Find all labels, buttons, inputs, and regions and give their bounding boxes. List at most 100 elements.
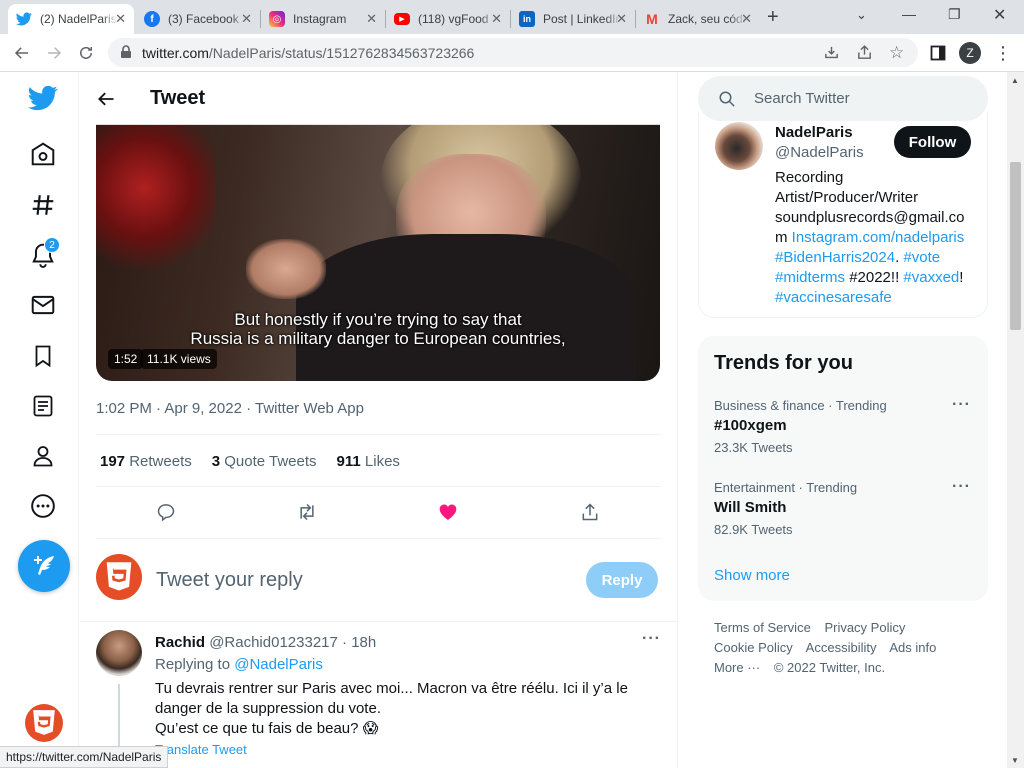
reply-composer: Tweet your reply Reply [80,540,677,622]
likes-stat[interactable]: 911 Likes [337,453,400,470]
like-heart-icon[interactable] [436,500,460,524]
lists-icon[interactable] [27,390,59,422]
retweet-icon[interactable] [295,500,319,524]
bio-hashtag[interactable]: #vote [903,249,940,266]
close-tab-icon[interactable]: ✕ [616,11,627,27]
close-tab-icon[interactable]: ✕ [241,11,252,27]
messages-envelope-icon[interactable] [27,289,59,321]
reply-time[interactable]: · 18h [342,634,376,651]
tweet-stats: 197 Retweets 3 Quote Tweets 911 Likes [100,453,400,470]
reply-author-avatar[interactable] [96,630,142,676]
browser-tab-facebook[interactable]: f (3) Facebook ✕ [136,4,260,34]
trend-item[interactable]: Business & finance · Trending #100xgem 2… [698,390,988,466]
footer-link[interactable]: Terms of Service [714,620,811,635]
browser-tab-linkedin[interactable]: in Post | LinkedIn ✕ [511,4,635,34]
browser-menu-icon[interactable]: ⋮ [992,42,1014,64]
video-person-jacket [296,234,636,381]
profile-person-icon[interactable] [27,440,59,472]
bio-instagram-link[interactable]: Instagram.com/nadelparis [792,229,965,246]
new-tab-icon[interactable]: + [767,6,779,29]
footer-link[interactable]: Accessibility [806,640,877,655]
profile-avatar[interactable] [715,122,763,170]
footer-more-link[interactable]: More ··· [714,660,760,675]
reply-input[interactable]: Tweet your reply [156,569,303,592]
bio-hashtag[interactable]: #midterms [775,269,845,286]
close-tab-icon[interactable]: ✕ [741,11,752,27]
close-tab-icon[interactable]: ✕ [491,11,502,27]
more-dots-icon[interactable]: ··· [952,478,971,496]
account-avatar[interactable] [25,704,63,742]
reply-button[interactable]: Reply [586,562,658,598]
bookmark-star-icon[interactable]: ☆ [889,43,904,63]
quote-tweets-stat[interactable]: 3 Quote Tweets [212,453,317,470]
copyright: © 2022 Twitter, Inc. [773,660,886,675]
divider [96,434,661,435]
back-arrow-icon[interactable] [11,42,33,64]
browser-tab-twitter[interactable]: (2) NadelParis on Twitter ✕ [8,4,134,34]
trend-item[interactable]: Entertainment · Trending Will Smith 82.9… [698,472,988,548]
install-app-icon[interactable] [823,44,840,64]
trends-title: Trends for you [714,352,853,374]
browser-tab-bar: (2) NadelParis on Twitter ✕ f (3) Facebo… [0,0,1024,34]
profile-avatar[interactable]: Z [959,42,981,64]
profile-name[interactable]: NadelParis [775,124,853,141]
left-navigation: 2 [0,72,79,768]
share-icon[interactable] [856,44,873,64]
reload-icon[interactable] [75,42,97,64]
close-tab-icon[interactable]: ✕ [366,11,377,27]
footer-link[interactable]: Privacy Policy [824,620,905,635]
page-scrollbar[interactable]: ▲ ▼ [1007,72,1024,768]
video-subtitle-line1: But honestly if you’re trying to say tha… [234,310,522,329]
browser-tab-gmail[interactable]: M Zack, seu código ✕ [636,4,760,34]
bio-hashtag[interactable]: #vaxxed [903,269,959,286]
browser-tab-youtube[interactable]: ▶ (118) vgFood ✕ [386,4,510,34]
footer-link[interactable]: Cookie Policy [714,640,793,655]
forward-arrow-icon[interactable] [43,42,65,64]
more-dots-icon[interactable]: ··· [952,396,971,414]
scroll-up-icon[interactable]: ▲ [1011,76,1019,85]
reply-tweet[interactable]: Rachid @Rachid01233217 · 18h ··· Replyin… [80,622,677,768]
bio-hashtag[interactable]: #vaccinesaresafe [775,289,892,306]
status-bar-url: https://twitter.com/NadelParis [0,746,169,768]
browser-tab-instagram[interactable]: ◎ Instagram ✕ [261,4,385,34]
close-tab-icon[interactable]: ✕ [115,11,126,27]
notifications-bell-icon[interactable]: 2 [27,237,60,271]
tab-search-chevron-icon[interactable]: ⌄ [856,7,867,23]
side-panel-icon[interactable] [927,42,949,64]
home-icon[interactable] [27,138,59,170]
retweets-stat[interactable]: 197 Retweets [100,453,192,470]
back-arrow-icon[interactable] [96,89,116,114]
bio-hashtag[interactable]: #BidenHarris2024 [775,249,895,266]
compose-tweet-button[interactable] [18,540,70,592]
footer-link[interactable]: Ads info [889,640,936,655]
profile-handle[interactable]: @NadelParis [775,144,864,161]
scrollbar-thumb[interactable] [1010,162,1021,330]
trends-panel: Trends for you Business & finance · Tren… [698,336,988,601]
lock-icon[interactable] [120,45,132,62]
share-upload-icon[interactable] [578,500,602,524]
bookmarks-icon[interactable] [27,340,59,372]
scroll-down-icon[interactable]: ▼ [1011,756,1019,765]
follow-button[interactable]: Follow [894,126,971,158]
minimize-icon[interactable]: — [902,6,916,22]
twitter-logo-icon[interactable] [27,82,59,114]
replying-to-link[interactable]: @NadelParis [234,656,323,673]
show-more-link[interactable]: Show more [714,567,790,584]
more-dots-icon[interactable]: ··· [642,630,661,648]
tweet-video[interactable]: But honestly if you’re trying to say tha… [96,124,660,381]
reply-text: Tu devrais rentrer sur Paris avec moi...… [155,680,628,737]
youtube-icon: ▶ [394,13,410,25]
url-host: twitter.com [142,44,209,61]
more-circle-icon[interactable] [27,490,59,522]
close-window-icon[interactable]: ✕ [993,5,1006,25]
explore-hashtag-icon[interactable] [27,189,59,221]
reply-comment-icon[interactable] [154,500,178,524]
restore-icon[interactable]: ❐ [948,6,961,23]
address-bar[interactable]: twitter.com/NadelParis/status/1512762834… [108,38,918,67]
linkedin-icon: in [519,11,535,27]
reply-author-handle[interactable]: @Rachid01233217 [209,634,338,651]
reply-author-name[interactable]: Rachid [155,634,205,651]
translate-tweet-link[interactable]: Translate Tweet [155,742,247,757]
my-avatar[interactable] [96,554,142,600]
tweet-timestamp[interactable]: 1:02 PM · Apr 9, 2022 · Twitter Web App [96,400,364,417]
